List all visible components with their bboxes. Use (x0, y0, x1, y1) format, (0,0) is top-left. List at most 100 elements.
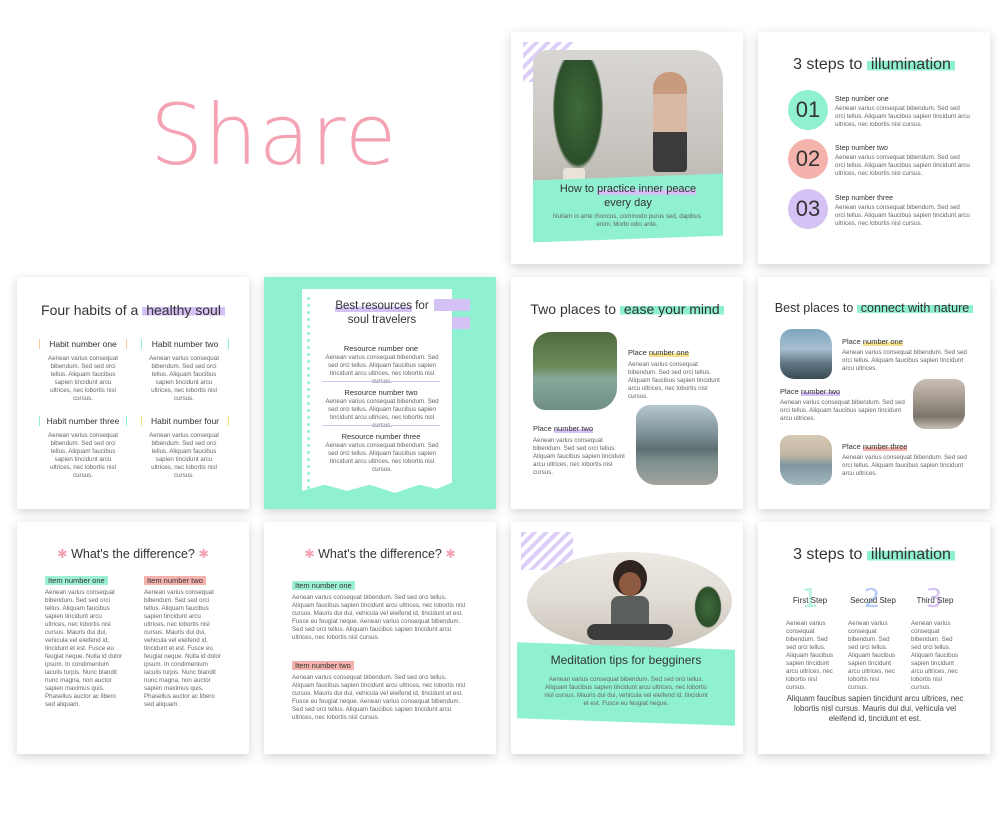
habit-label: Habit number one (39, 339, 127, 349)
title-part: for (412, 300, 429, 312)
place-highlight: number two (800, 387, 841, 396)
card-difference-columns[interactable]: ✱ What's the difference? ✱ Item number o… (17, 522, 249, 754)
card-three-steps[interactable]: 3 steps to illumination 01 Step number o… (758, 32, 990, 264)
habit-label: Habit number four (141, 416, 229, 426)
title-text: What's the difference? (71, 547, 195, 561)
resource-label: Resource number three (341, 432, 421, 441)
meditation-photo (527, 552, 732, 650)
card-title: 3 steps to illumination (758, 56, 990, 74)
card-title: How to practice inner peace every day (533, 182, 723, 210)
place-text: Aenean varius consequat bibendum. Sed se… (842, 454, 967, 477)
item-highlight: Item number one (292, 581, 355, 590)
card-body: Aenean varius consequat bibendum. Sed se… (544, 676, 708, 707)
item-text: Aenean varius consequat bibendum. Sed se… (45, 589, 123, 708)
card-title: ✱ What's the difference? ✱ (17, 546, 249, 561)
title-part: every day (604, 197, 652, 209)
item-label: Item number one (292, 581, 355, 590)
step-label: Step number one (835, 96, 889, 103)
title-part: 3 steps to (793, 546, 867, 563)
place-label: Place number one (628, 348, 689, 357)
title-part: 3 steps to (793, 56, 867, 73)
card-body: Nullam in ante rhoncus, commodo purus se… (553, 213, 701, 228)
step-label: Step number two (835, 145, 888, 152)
woman-figure (653, 72, 687, 172)
step-number-circle: 02 (788, 139, 828, 179)
woman-face (619, 572, 641, 596)
share-title: Share (150, 86, 398, 184)
card-title: Four habits of a healthy soul (17, 302, 249, 318)
card-title: Best places to connect with nature (758, 301, 990, 315)
lake-photo (533, 332, 617, 410)
star-icon: ✱ (304, 547, 315, 561)
card-best-places[interactable]: Best places to connect with nature Place… (758, 277, 990, 509)
title-part: Best places to (774, 301, 857, 315)
resource-text: Aenean varius consequat bibendum. Sed se… (325, 442, 439, 473)
card-inner-peace[interactable]: How to practice inner peace every day Nu… (511, 32, 743, 264)
title-part: How to (559, 183, 598, 195)
step-number-circle: 03 (788, 189, 828, 229)
habit-text: Aenean varius consequat bibendum. Sed se… (48, 432, 118, 479)
place-prefix: Place (533, 424, 554, 433)
star-icon: ✱ (198, 547, 209, 561)
card-title: 3 steps to illumination (758, 546, 990, 564)
place-text: Aenean varius consequat bibendum. Sed se… (842, 349, 967, 372)
habit-label: Habit number three (39, 416, 127, 426)
place-prefix: Place (780, 387, 801, 396)
title-highlight: illumination (866, 546, 955, 563)
card-four-habits[interactable]: Four habits of a healthy soul Habit numb… (17, 277, 249, 509)
resource-label: Resource number two (344, 388, 418, 397)
habit-text: Aenean varius consequat bibendum. Sed se… (149, 432, 219, 479)
card-title: Meditation tips for begginers (550, 653, 702, 667)
woman-legs (587, 624, 673, 640)
place-text: Aenean varius consequat bibendum. Sed se… (533, 437, 625, 476)
step-text: Aenean varius consequat bibendum. Sed se… (835, 105, 970, 128)
step-label: Step number three (835, 195, 893, 202)
title-highlight: Best resources (335, 300, 413, 312)
notebook-holes (307, 295, 310, 505)
card-title: Two places to ease your mind (511, 301, 743, 317)
divider (322, 381, 440, 382)
habit-text: Aenean varius consequat bibendum. Sed se… (48, 355, 118, 402)
forest-photo (913, 379, 965, 429)
title-part: Four habits of a (41, 302, 143, 318)
divider (322, 425, 440, 426)
mountain-lake-photo (636, 405, 718, 485)
step-label: First Step (792, 596, 828, 605)
step-text: Aenean varius consequat bibendum. Sed se… (835, 204, 970, 227)
title-text: What's the difference? (318, 547, 442, 561)
place-prefix: Place (842, 337, 863, 346)
card-two-places[interactable]: Two places to ease your mind Place numbe… (511, 277, 743, 509)
card-three-steps-columns[interactable]: 3 steps to illumination 1 First Step Aen… (758, 522, 990, 754)
place-label: Place number two (533, 424, 594, 433)
star-icon: ✱ (57, 547, 68, 561)
title-highlight: healthy soul (142, 302, 225, 318)
place-label: Place number two (780, 387, 841, 396)
place-prefix: Place (842, 442, 863, 451)
card-title: ✱ What's the difference? ✱ (264, 546, 496, 561)
place-text: Aenean varius consequat bibendum. Sed se… (628, 361, 720, 400)
item-text: Aenean varius consequat bibendum. Sed se… (292, 594, 465, 641)
place-highlight: number one (862, 337, 903, 346)
step-label: Third Step (916, 596, 954, 605)
resource-label: Resource number one (343, 344, 419, 353)
item-text: Aenean varius consequat bibendum. Sed se… (144, 589, 222, 708)
habit-text: Aenean varius consequat bibendum. Sed se… (149, 355, 219, 402)
card-meditation[interactable]: Meditation tips for begginers Aenean var… (511, 522, 743, 754)
card-difference-rows[interactable]: ✱ What's the difference? ✱ Item number o… (264, 522, 496, 754)
title-highlight: ease your mind (619, 301, 724, 317)
title-part: Two places to (530, 301, 620, 317)
item-label: Item number two (144, 576, 206, 585)
item-label: Item number two (292, 661, 354, 670)
step-label: Second Step (850, 596, 896, 605)
title-part: soul travelers (347, 314, 417, 326)
place-prefix: Place (628, 348, 649, 357)
place-highlight: number three (862, 442, 908, 451)
plant-icon (692, 582, 724, 632)
nature-photo (780, 329, 832, 379)
item-highlight: Item number two (292, 661, 354, 670)
step-number-circle: 01 (788, 90, 828, 130)
card-resources[interactable]: Best resources for soul travelers Resour… (264, 277, 496, 509)
plant-icon (548, 60, 608, 180)
item-highlight: Item number one (45, 576, 108, 585)
title-highlight: illumination (866, 56, 955, 73)
